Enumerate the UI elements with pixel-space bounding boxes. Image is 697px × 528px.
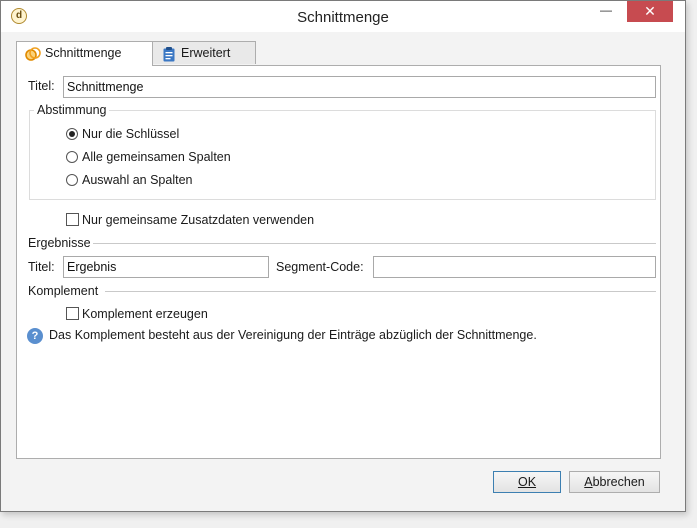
tab-panel: Titel: Schnittmenge Abstimmung Nur die S… [16, 65, 661, 459]
result-title-input[interactable]: Ergebnis [63, 256, 269, 278]
title-label: Titel: [28, 79, 55, 93]
shared-data-checkbox-label[interactable]: Nur gemeinsame Zusatzdaten verwenden [82, 213, 314, 227]
intersection-icon [25, 47, 41, 61]
cancel-button-label: bbrechen [592, 475, 645, 489]
segment-code-label: Segment-Code: [276, 260, 364, 274]
radio-alle-spalten-label[interactable]: Alle gemeinsamen Spalten [82, 150, 231, 164]
title-input[interactable]: Schnittmenge [63, 76, 656, 98]
radio-nur-schluessel-label[interactable]: Nur die Schlüssel [82, 127, 179, 141]
radio-nur-schluessel[interactable] [66, 128, 78, 140]
shared-data-checkbox[interactable] [66, 213, 79, 226]
komplement-help-text: Das Komplement besteht aus der Vereinigu… [49, 328, 537, 342]
cancel-button[interactable]: Abbrechen [569, 471, 660, 493]
ergebnisse-divider [93, 243, 656, 244]
radio-alle-spalten[interactable] [66, 151, 78, 163]
radio-auswahl-spalten[interactable] [66, 174, 78, 186]
title-bar[interactable]: d Schnittmenge — ✕ [1, 1, 685, 32]
dialog-window: d Schnittmenge — ✕ Schnittmenge Erweiter… [0, 0, 686, 512]
komplement-checkbox-label[interactable]: Komplement erzeugen [82, 307, 208, 321]
result-title-label: Titel: [28, 260, 55, 274]
tab-erweitert-label: Erweitert [181, 46, 231, 60]
tab-erweitert[interactable]: Erweitert [152, 41, 256, 64]
minimize-button[interactable]: — [591, 1, 621, 22]
clipboard-icon [163, 47, 175, 62]
segment-code-input[interactable] [373, 256, 656, 278]
tab-schnittmenge[interactable]: Schnittmenge [16, 41, 153, 66]
komplement-heading: Komplement [28, 284, 99, 298]
radio-auswahl-spalten-label[interactable]: Auswahl an Spalten [82, 173, 193, 187]
komplement-divider [105, 291, 656, 292]
komplement-checkbox[interactable] [66, 307, 79, 320]
window-title: Schnittmenge [297, 9, 389, 26]
tab-schnittmenge-label: Schnittmenge [45, 46, 122, 60]
ok-button-label: OK [517, 475, 537, 489]
ok-button[interactable]: OK [493, 471, 561, 493]
ergebnisse-heading: Ergebnisse [28, 236, 91, 250]
help-icon: ? [27, 328, 43, 344]
abstimmung-legend: Abstimmung [34, 103, 110, 117]
close-button[interactable]: ✕ [627, 1, 673, 22]
cancel-button-accel: A [584, 475, 593, 489]
